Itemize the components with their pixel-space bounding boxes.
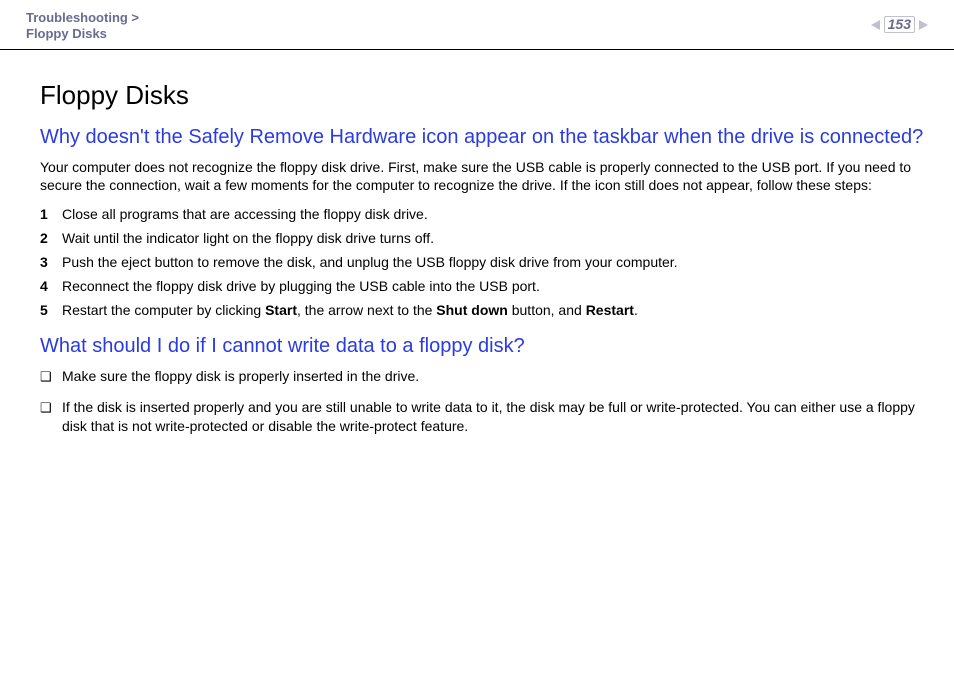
list-item: ❑ Make sure the floppy disk is properly … xyxy=(40,367,928,386)
page-header: Troubleshooting > Floppy Disks 153 xyxy=(0,0,954,50)
page-number: 153 xyxy=(888,16,911,32)
step-item: 2 Wait until the indicator light on the … xyxy=(40,229,928,248)
page-title: Floppy Disks xyxy=(40,80,928,111)
bullet-icon: ❑ xyxy=(40,368,62,386)
question-1-intro: Your computer does not recognize the flo… xyxy=(40,158,928,196)
bullet-list: ❑ Make sure the floppy disk is properly … xyxy=(40,367,928,436)
step-item: 3 Push the eject button to remove the di… xyxy=(40,253,928,272)
breadcrumb: Troubleshooting > Floppy Disks xyxy=(26,10,139,43)
step-text: Wait until the indicator light on the fl… xyxy=(62,229,434,248)
step-number: 5 xyxy=(40,301,62,320)
bullet-text: Make sure the floppy disk is properly in… xyxy=(62,367,419,386)
step-number: 1 xyxy=(40,205,62,224)
page-content: Floppy Disks Why doesn't the Safely Remo… xyxy=(0,50,954,436)
page-nav: 153 xyxy=(871,16,928,33)
step-item: 5 Restart the computer by clicking Start… xyxy=(40,301,928,320)
step-number: 2 xyxy=(40,229,62,248)
step-item: 1 Close all programs that are accessing … xyxy=(40,205,928,224)
question-2-heading: What should I do if I cannot write data … xyxy=(40,334,928,359)
step-text: Reconnect the floppy disk drive by plugg… xyxy=(62,277,540,296)
step-number: 4 xyxy=(40,277,62,296)
breadcrumb-line1: Troubleshooting > xyxy=(26,10,139,26)
bullet-icon: ❑ xyxy=(40,399,62,417)
page-next-icon[interactable] xyxy=(919,20,928,30)
breadcrumb-line2: Floppy Disks xyxy=(26,26,139,42)
bullet-text: If the disk is inserted properly and you… xyxy=(62,398,928,436)
list-item: ❑ If the disk is inserted properly and y… xyxy=(40,398,928,436)
step-text: Close all programs that are accessing th… xyxy=(62,205,428,224)
step-text: Push the eject button to remove the disk… xyxy=(62,253,678,272)
step-text: Restart the computer by clicking Start, … xyxy=(62,301,638,320)
page-number-box: 153 xyxy=(884,16,915,33)
page-prev-icon[interactable] xyxy=(871,20,880,30)
step-item: 4 Reconnect the floppy disk drive by plu… xyxy=(40,277,928,296)
steps-list: 1 Close all programs that are accessing … xyxy=(40,205,928,319)
step-number: 3 xyxy=(40,253,62,272)
question-1-heading: Why doesn't the Safely Remove Hardware i… xyxy=(40,125,928,150)
